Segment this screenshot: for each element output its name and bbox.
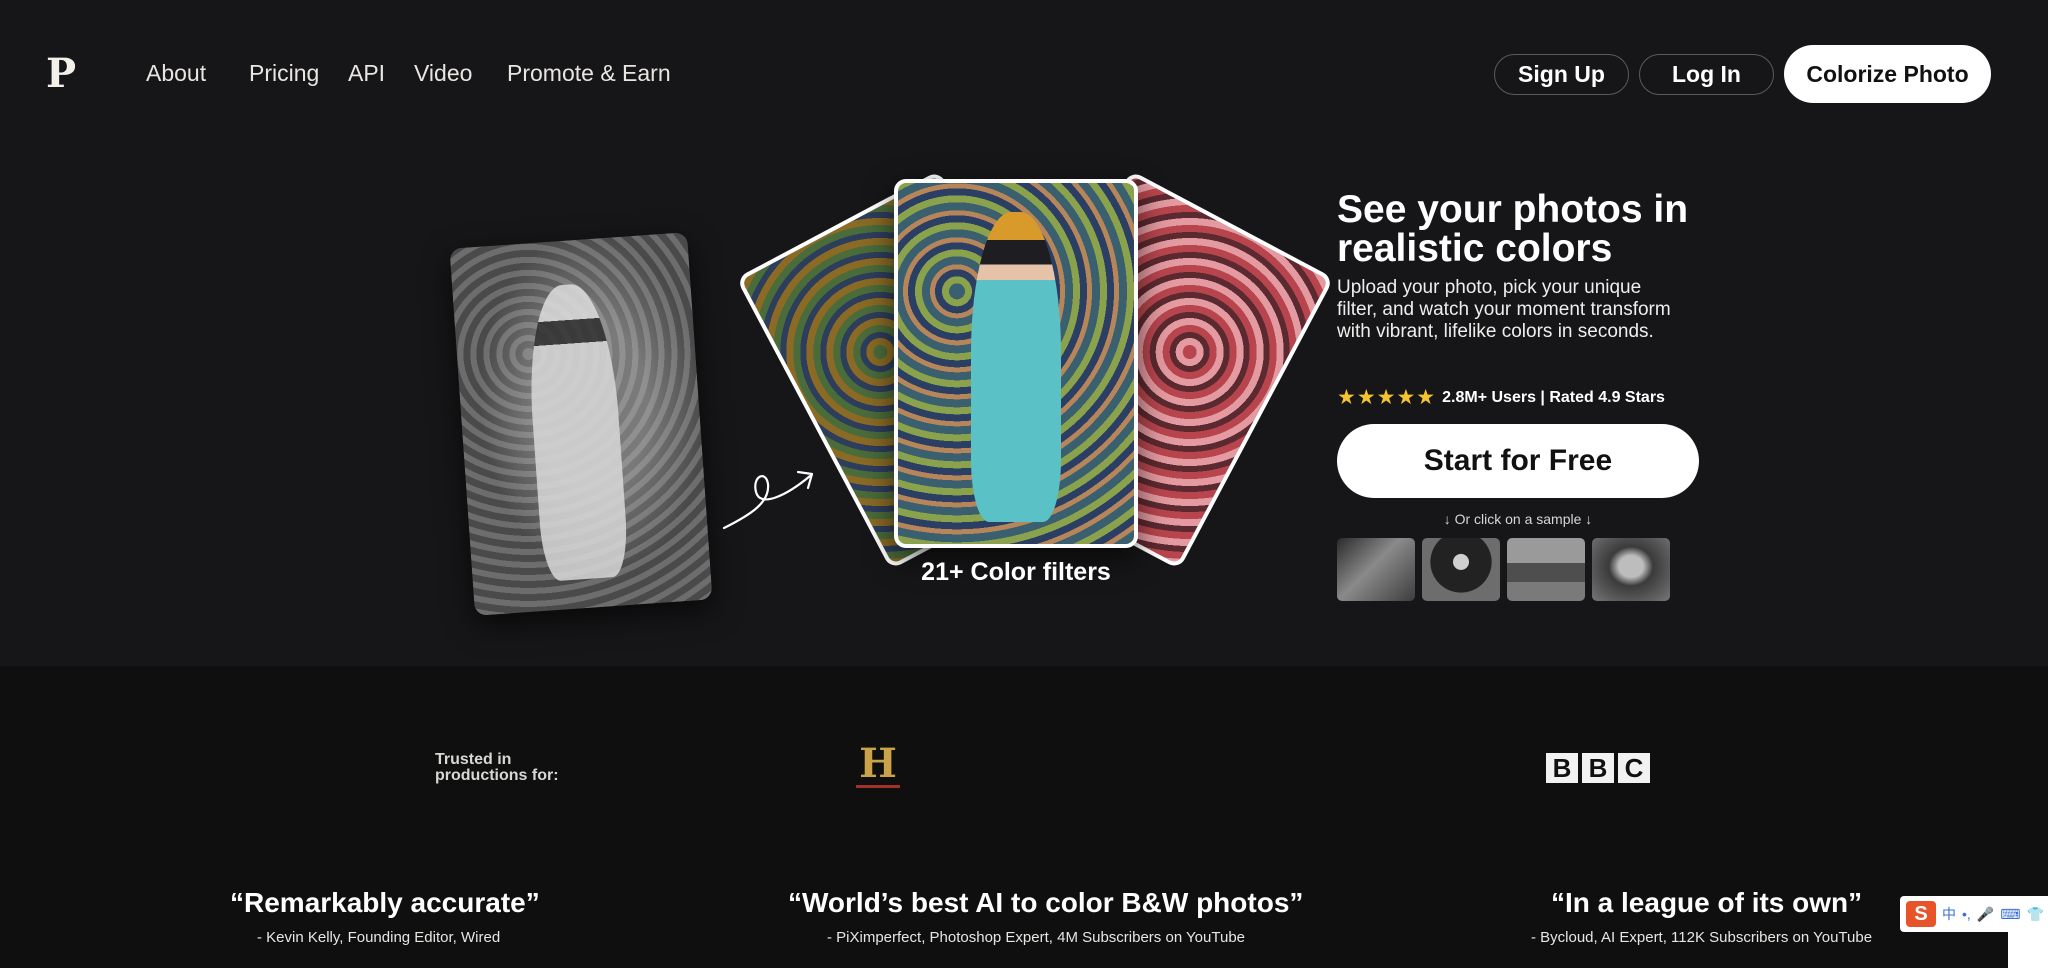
trust-section [0,666,2048,968]
nav-promote-earn[interactable]: Promote & Earn [507,62,671,85]
bbc-letter: C [1618,753,1650,783]
bbc-logo: B B C [1546,753,1650,783]
sample-photo-2[interactable] [1422,538,1500,601]
trusted-label: Trusted in productions for: [435,751,559,784]
skin-icon[interactable]: 👕 [2026,906,2043,923]
nav-video[interactable]: Video [414,62,472,85]
sample-photo-4[interactable] [1592,538,1670,601]
hero-subtitle: Upload your photo, pick your unique filt… [1337,277,1671,342]
bw-photo [449,232,713,616]
curved-arrow-icon [722,470,814,530]
hero-title: See your photos in realistic colors [1337,188,1689,270]
sample-photo-3[interactable] [1507,538,1585,601]
keyboard-icon[interactable]: ⌨ [2000,906,2020,923]
page: P About Pricing API Video Promote & Earn… [0,0,2048,968]
sample-hint: ↓ Or click on a sample ↓ [1443,511,1593,527]
nav-pricing[interactable]: Pricing [249,62,319,85]
sogou-logo-icon[interactable]: S [1906,901,1936,927]
microphone-icon[interactable]: 🎤 [1977,906,1994,923]
nav-about[interactable]: About [146,62,206,85]
site-logo[interactable]: P [46,54,76,94]
colorized-photo [894,179,1138,548]
sign-up-button[interactable]: Sign Up [1494,54,1629,95]
rating-text: 2.8M+ Users | Rated 4.9 Stars [1442,388,1665,406]
history-channel-logo: H [856,742,900,788]
quote-bycloud: “In a league of its own” [1551,887,1863,918]
quote-bycloud-author: - Bycloud, AI Expert, 112K Subscribers o… [1531,929,1873,946]
ime-chinese-mode[interactable]: 中 [1942,904,1956,924]
log-in-button[interactable]: Log In [1639,54,1774,95]
start-for-free-button[interactable]: Start for Free [1337,424,1699,498]
bbc-letter: B [1582,753,1614,783]
bbc-letter: B [1546,753,1578,783]
quote-wired: “Remarkably accurate” [230,887,540,918]
star-icons: ★★★★★ [1337,386,1437,409]
quote-piximperfect-author: - PiXimperfect, Photoshop Expert, 4M Sub… [827,929,1246,946]
rating-row: ★★★★★ 2.8M+ Users | Rated 4.9 Stars [1337,385,1665,410]
nav-api[interactable]: API [348,62,385,85]
chat-bubble-icon[interactable] [2008,924,2048,968]
ime-punctuation-icon[interactable]: •, [1962,906,1971,922]
quote-wired-author: - Kevin Kelly, Founding Editor, Wired [257,929,501,946]
filters-caption: 21+ Color filters [921,558,1111,586]
sample-photo-1[interactable] [1337,538,1415,601]
colorize-photo-button[interactable]: Colorize Photo [1784,45,1991,103]
quote-piximperfect: “World’s best AI to color B&W photos” [788,887,1304,918]
